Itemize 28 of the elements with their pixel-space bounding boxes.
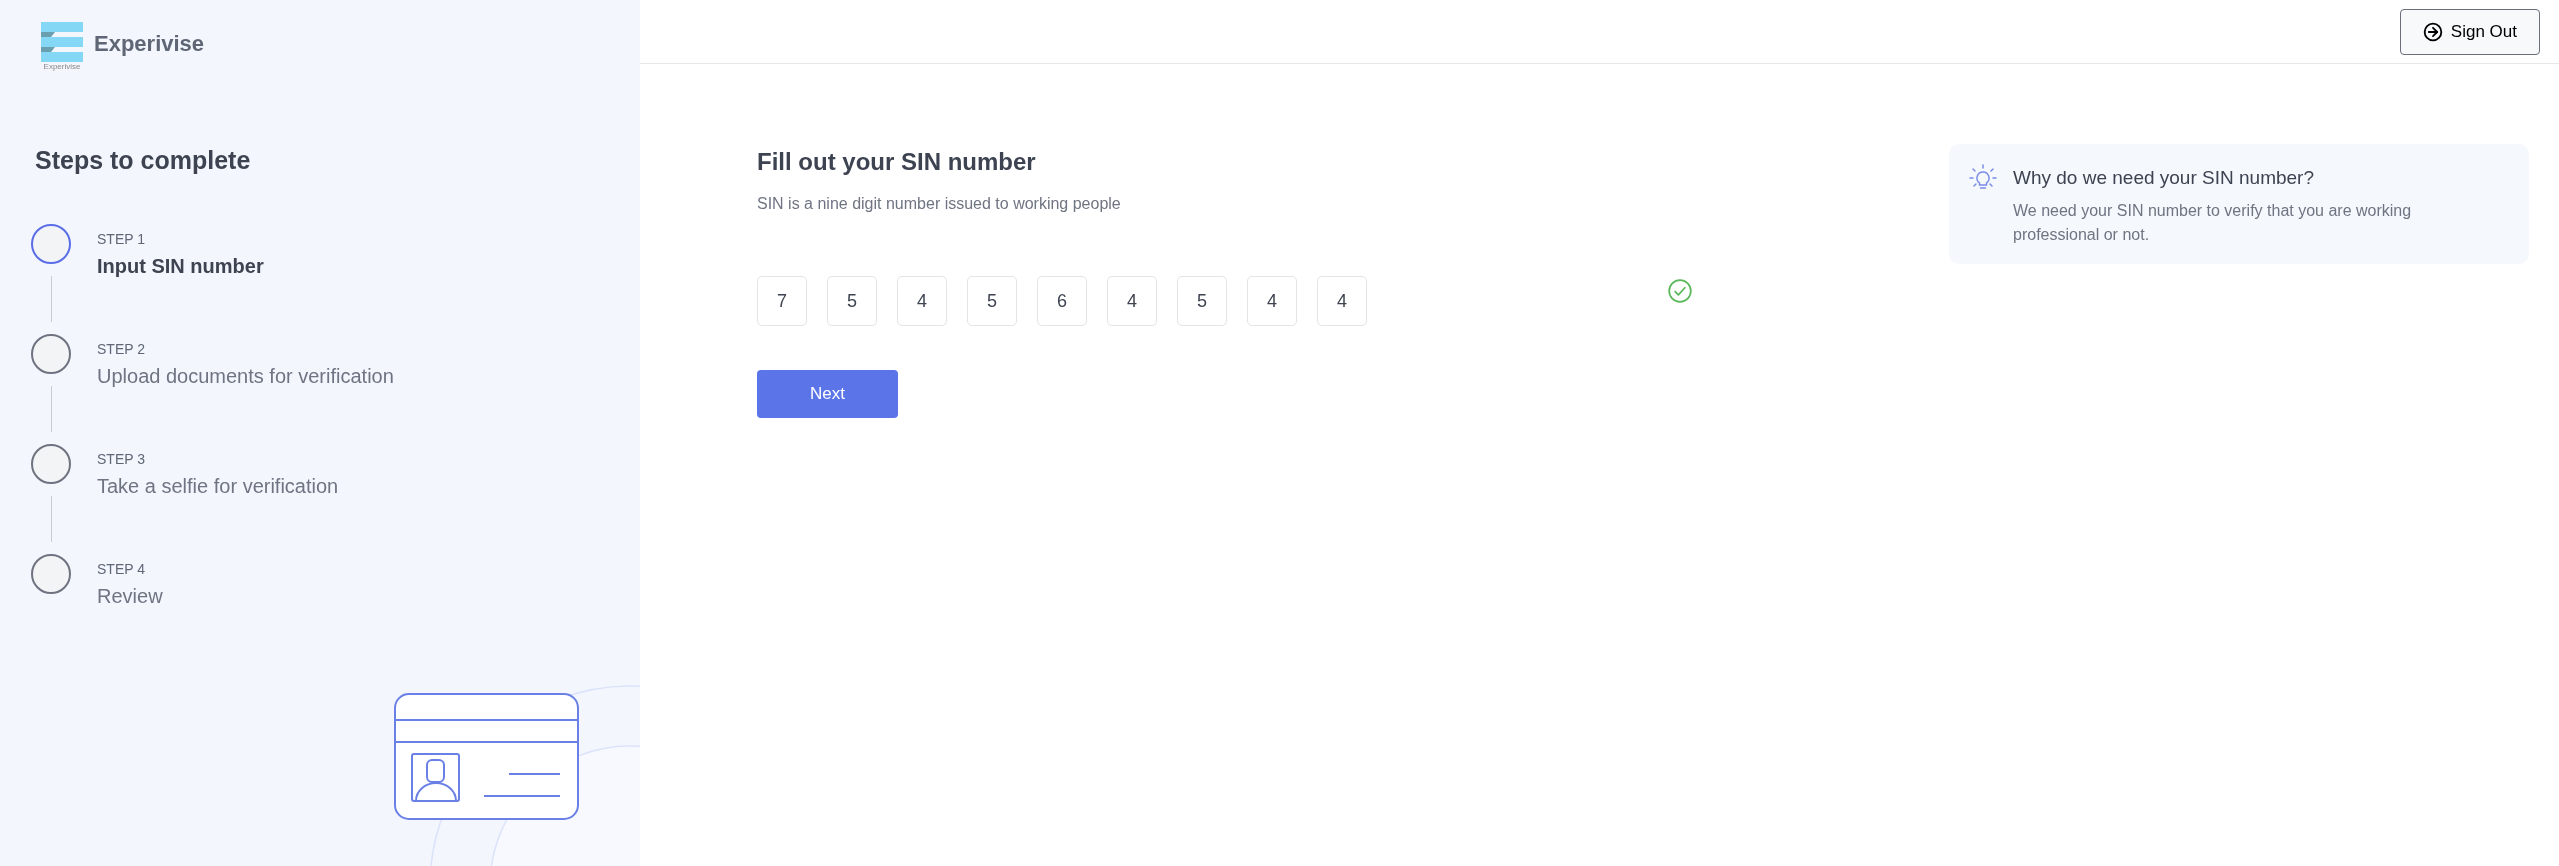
step-label: STEP 4 <box>97 559 146 578</box>
step-title: Upload documents for verification <box>97 363 394 389</box>
form-title: Fill out your SIN number <box>757 147 1037 177</box>
step-label: STEP 3 <box>97 449 146 468</box>
step-title: Input SIN number <box>97 253 264 279</box>
step-title: Take a selfie for verification <box>97 473 339 499</box>
digit-field[interactable]: 6 <box>1037 276 1087 326</box>
logo-icon <box>41 22 83 62</box>
step-title: Review <box>97 583 163 609</box>
logo-caption: Experivise <box>43 62 81 72</box>
digit-field[interactable]: 4 <box>1317 276 1367 326</box>
lightbulb-icon <box>1969 164 1997 192</box>
step-label: STEP 2 <box>97 339 146 358</box>
digit-field[interactable]: 7 <box>757 276 807 326</box>
step-label: STEP 1 <box>97 229 146 248</box>
sign-out-button[interactable]: Sign Out <box>2399 8 2540 55</box>
info-title: Why do we need your SIN number? <box>2013 166 2315 190</box>
digit-field[interactable]: 4 <box>1107 276 1157 326</box>
digit-field[interactable]: 4 <box>1247 276 1297 326</box>
brand-name: Experivise <box>94 29 205 58</box>
digit-field[interactable]: 5 <box>967 276 1017 326</box>
form-subtitle: SIN is a nine digit number issued to working people <box>757 194 1122 214</box>
digit-field[interactable]: 5 <box>827 276 877 326</box>
digit-field[interactable]: 5 <box>1177 276 1227 326</box>
info-text: We need your SIN number to verify that you are working professional or not. <box>2013 200 2413 245</box>
next-button[interactable]: Next <box>757 370 898 418</box>
digit-field[interactable]: 4 <box>897 276 947 326</box>
steps-heading: Steps to complete <box>34 145 252 176</box>
